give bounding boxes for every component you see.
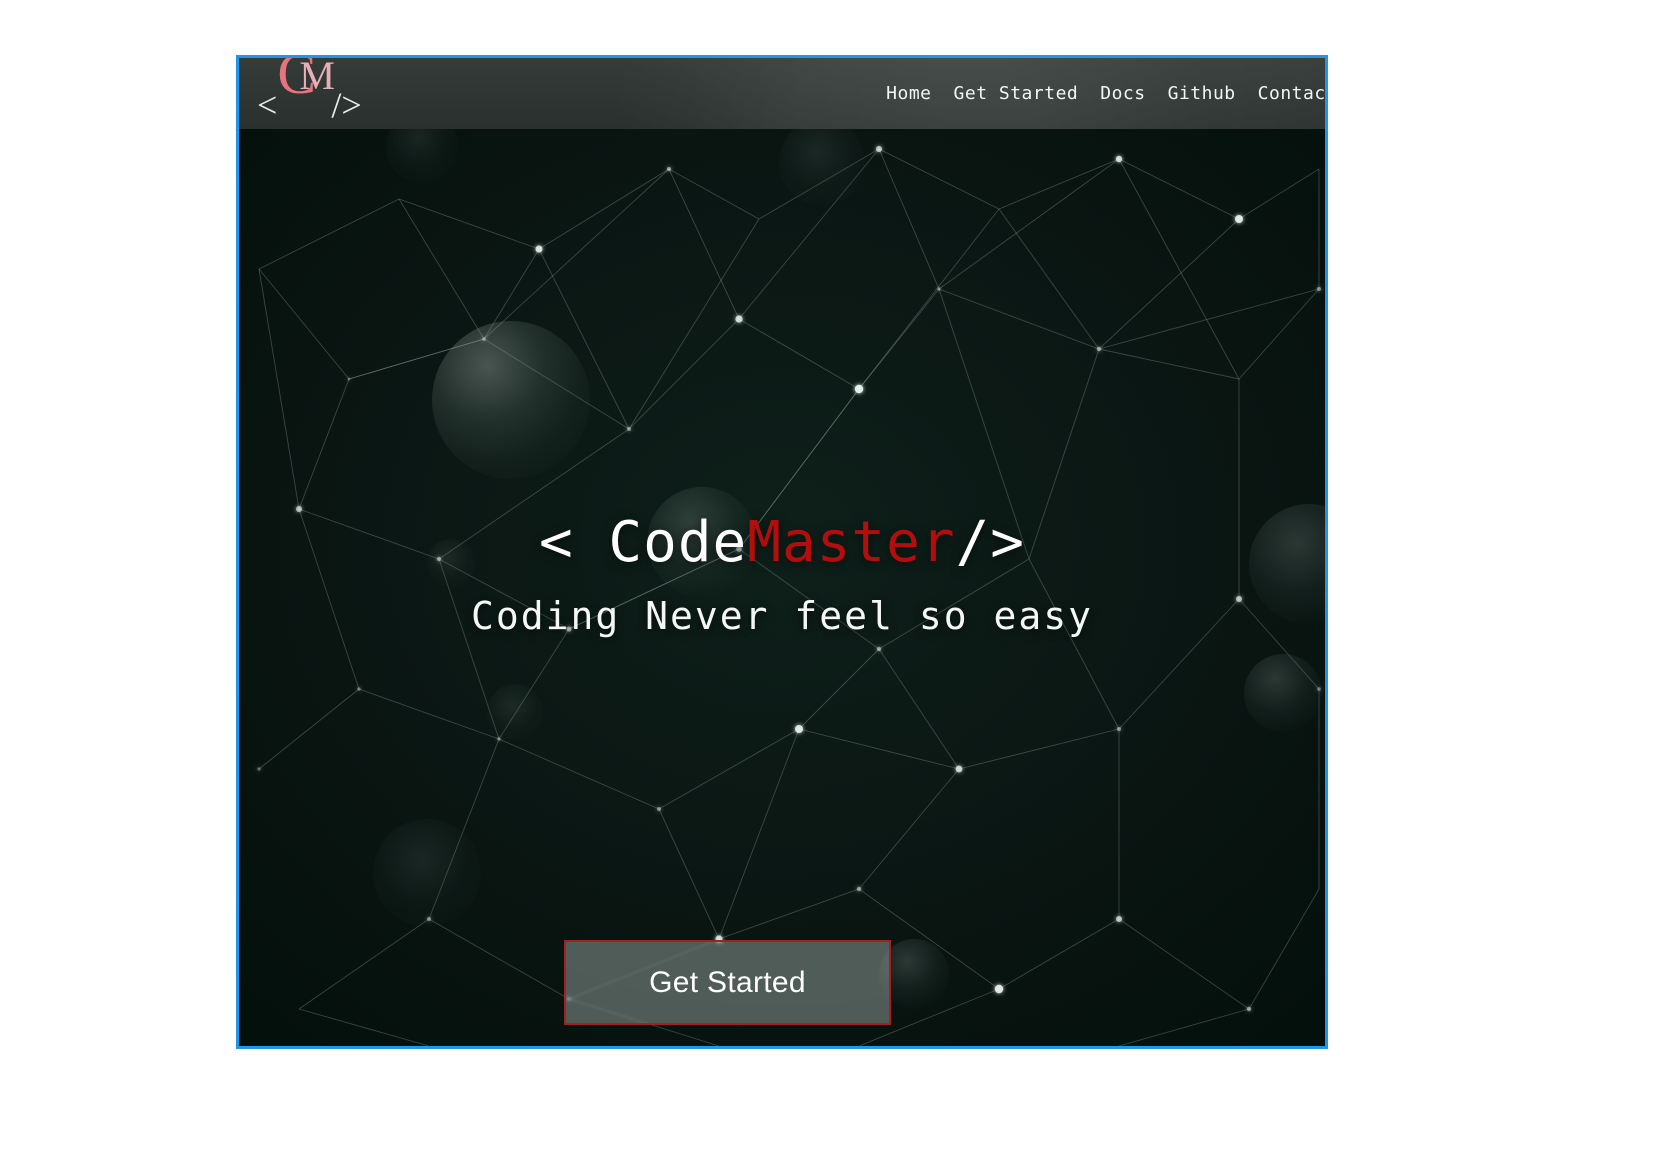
hero-title-accent: Master bbox=[747, 510, 956, 575]
site-logo[interactable]: < C M /> bbox=[253, 58, 362, 125]
nav-link-get-started[interactable]: Get Started bbox=[954, 83, 1079, 104]
hero-content: < CodeMaster/> Coding Never feel so easy… bbox=[239, 129, 1325, 1046]
hero-section: < CodeMaster/> Coding Never feel so easy… bbox=[239, 129, 1325, 1046]
hero-title: < CodeMaster/> bbox=[239, 513, 1325, 573]
hero-subtitle: Coding Never feel so easy bbox=[471, 594, 1093, 638]
site-navbar: < C M /> Home Get Started Docs Github Co… bbox=[239, 58, 1325, 129]
screenshot-canvas: < C M /> Home Get Started Docs Github Co… bbox=[0, 0, 1668, 1174]
nav-link-docs[interactable]: Docs bbox=[1100, 83, 1145, 104]
get-started-button[interactable]: Get Started bbox=[564, 940, 891, 1025]
nav-link-contact[interactable]: Contact bbox=[1258, 83, 1325, 104]
hero-title-prefix: < Code bbox=[538, 510, 748, 575]
logo-monogram: C M bbox=[277, 58, 335, 117]
browser-viewport: < C M /> Home Get Started Docs Github Co… bbox=[236, 55, 1328, 1049]
hero-title-suffix: /> bbox=[955, 510, 1026, 575]
primary-navigation: Home Get Started Docs Github Contact bbox=[886, 83, 1325, 104]
nav-link-github[interactable]: Github bbox=[1168, 83, 1236, 104]
logo-open-angle-icon: < bbox=[257, 84, 278, 125]
logo-slash-close-icon: /> bbox=[331, 84, 362, 125]
logo-letter-m: M bbox=[299, 55, 335, 98]
nav-link-home[interactable]: Home bbox=[886, 83, 931, 104]
